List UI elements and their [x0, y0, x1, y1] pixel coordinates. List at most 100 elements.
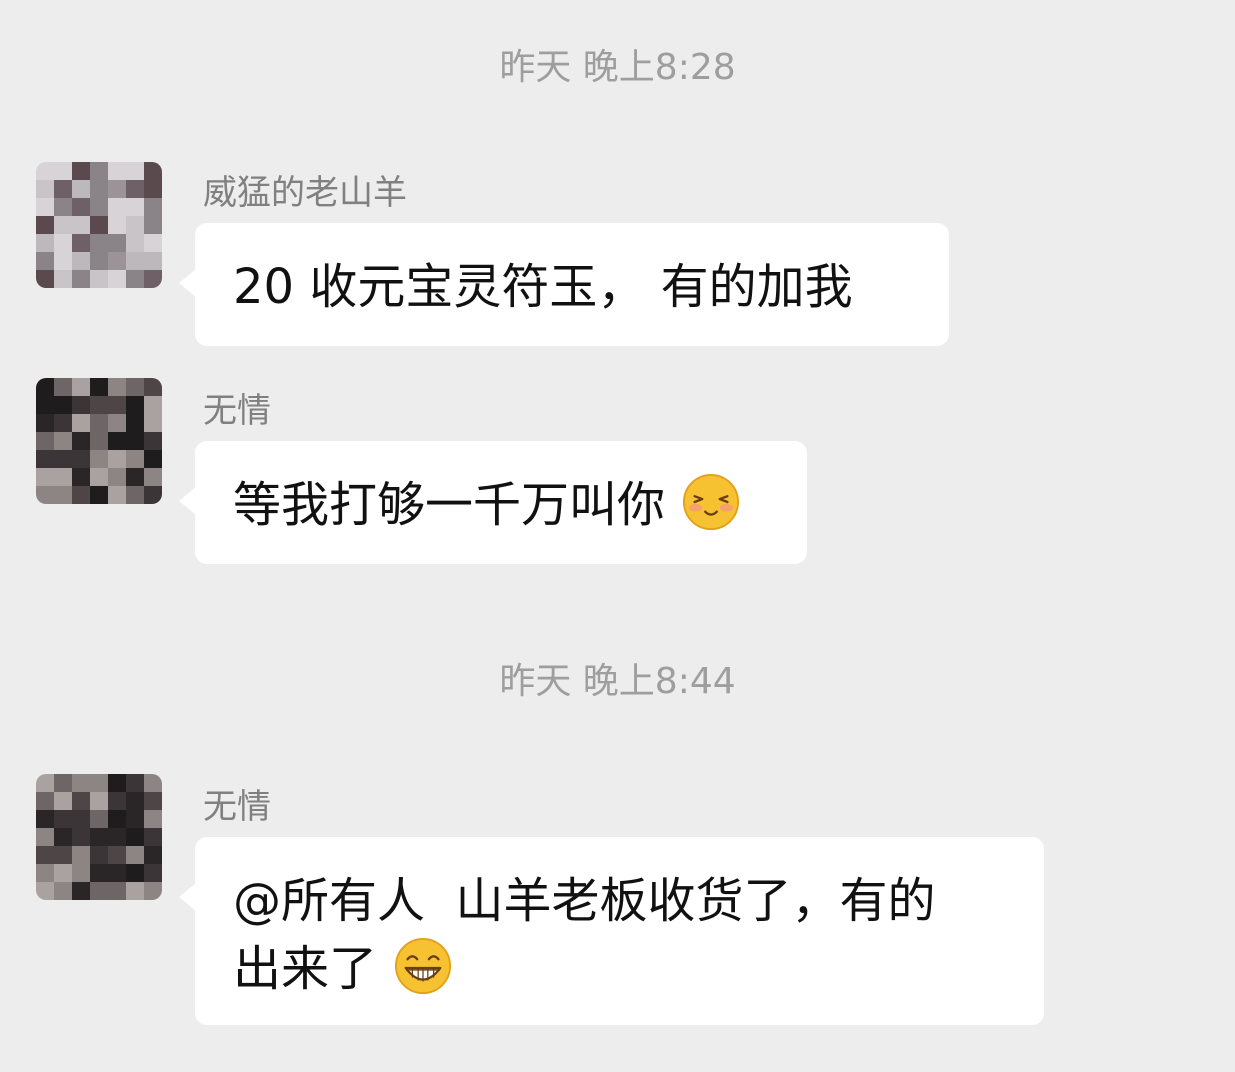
avatar-pixel — [108, 432, 126, 450]
avatar-pixel — [90, 432, 108, 450]
avatar-pixel — [126, 486, 144, 504]
avatar-pixel — [108, 396, 126, 414]
avatar-pixel — [126, 468, 144, 486]
avatar-pixel — [108, 792, 126, 810]
avatar-pixel — [90, 414, 108, 432]
avatar-pixel — [126, 774, 144, 792]
avatar-pixel — [144, 270, 162, 288]
shy-smile-emoji — [683, 473, 740, 531]
avatar-pixel — [36, 828, 54, 846]
avatar[interactable] — [36, 378, 162, 504]
avatar-pixel — [126, 252, 144, 270]
avatar-pixel — [36, 882, 54, 900]
avatar-pixel — [36, 216, 54, 234]
avatar-pixel — [126, 864, 144, 882]
avatar-pixel — [54, 396, 72, 414]
avatar-pixel — [36, 846, 54, 864]
avatar-pixel — [144, 378, 162, 396]
avatar-pixel — [108, 828, 126, 846]
message-bubble[interactable]: 等我打够一千万叫你 — [179, 441, 807, 564]
avatar-pixel — [144, 864, 162, 882]
avatar-pixel — [108, 216, 126, 234]
avatar-pixel — [72, 792, 90, 810]
avatar-pixel — [126, 432, 144, 450]
avatar-pixel — [126, 792, 144, 810]
avatar-pixel — [90, 882, 108, 900]
avatar-pixel — [36, 252, 54, 270]
avatar-pixel — [54, 162, 72, 180]
avatar-pixel — [108, 414, 126, 432]
avatar-pixel — [126, 180, 144, 198]
avatar-pixel — [54, 234, 72, 252]
avatar-pixel — [108, 180, 126, 198]
avatar-pixel — [72, 414, 90, 432]
avatar-pixel — [36, 180, 54, 198]
avatar-pixel — [90, 252, 108, 270]
avatar-pixel — [54, 774, 72, 792]
avatar-pixel — [54, 864, 72, 882]
avatar-pixel — [72, 396, 90, 414]
timestamp: 昨天 晚上8:28 — [499, 47, 736, 88]
avatar-pixel — [36, 432, 54, 450]
timestamp: 昨天 晚上8:44 — [499, 661, 736, 702]
avatar-pixel — [72, 810, 90, 828]
avatar-pixel — [144, 846, 162, 864]
avatar-pixel — [144, 162, 162, 180]
avatar-pixel — [36, 378, 54, 396]
avatar-pixel — [108, 378, 126, 396]
avatar-pixel — [72, 198, 90, 216]
avatar-pixel — [72, 234, 90, 252]
avatar-pixel — [108, 450, 126, 468]
avatar-pixel — [108, 882, 126, 900]
avatar-pixel — [144, 396, 162, 414]
message-text: 20 收元宝灵符玉， 有的加我 — [233, 259, 853, 315]
avatar-pixel — [108, 198, 126, 216]
avatar-pixel — [72, 432, 90, 450]
avatar-pixel — [144, 234, 162, 252]
avatar-pixel — [108, 234, 126, 252]
avatar-pixel — [72, 180, 90, 198]
avatar[interactable] — [36, 162, 162, 288]
avatar-pixel — [144, 180, 162, 198]
avatar-pixel — [54, 252, 72, 270]
avatar-pixel — [108, 864, 126, 882]
avatar-pixel — [36, 162, 54, 180]
avatar-pixel — [36, 486, 54, 504]
avatar-pixel — [90, 180, 108, 198]
avatar-pixel — [126, 828, 144, 846]
avatar-pixel — [36, 396, 54, 414]
avatar-pixel — [90, 198, 108, 216]
avatar-pixel — [90, 846, 108, 864]
avatar-pixel — [90, 270, 108, 288]
avatar-pixel — [90, 396, 108, 414]
avatar-pixel — [90, 162, 108, 180]
avatar-pixel — [108, 252, 126, 270]
avatar-pixel — [72, 774, 90, 792]
avatar-pixel — [108, 270, 126, 288]
avatar-pixel — [90, 864, 108, 882]
avatar-pixel — [144, 486, 162, 504]
avatar-pixel — [90, 450, 108, 468]
avatar-pixel — [54, 810, 72, 828]
avatar-pixel — [126, 378, 144, 396]
avatar-pixel — [144, 198, 162, 216]
avatar-pixel — [90, 828, 108, 846]
avatar-pixel — [126, 414, 144, 432]
avatar-pixel — [144, 432, 162, 450]
avatar-pixel — [126, 396, 144, 414]
avatar-pixel — [126, 846, 144, 864]
avatar-pixel — [54, 468, 72, 486]
message-bubble[interactable]: @所有人 山羊老板收货了，有的 出来了 — [179, 837, 1044, 1025]
avatar-pixel — [90, 468, 108, 486]
sender-name: 威猛的老山羊 — [203, 173, 407, 213]
avatar[interactable] — [36, 774, 162, 900]
avatar-pixel — [54, 846, 72, 864]
avatar-pixel — [36, 774, 54, 792]
avatar-pixel — [108, 468, 126, 486]
avatar-pixel — [144, 252, 162, 270]
message-bubble[interactable]: 20 收元宝灵符玉， 有的加我 — [179, 223, 949, 346]
avatar-pixel — [54, 882, 72, 900]
avatar-pixel — [90, 234, 108, 252]
avatar-pixel — [108, 162, 126, 180]
avatar-pixel — [54, 792, 72, 810]
